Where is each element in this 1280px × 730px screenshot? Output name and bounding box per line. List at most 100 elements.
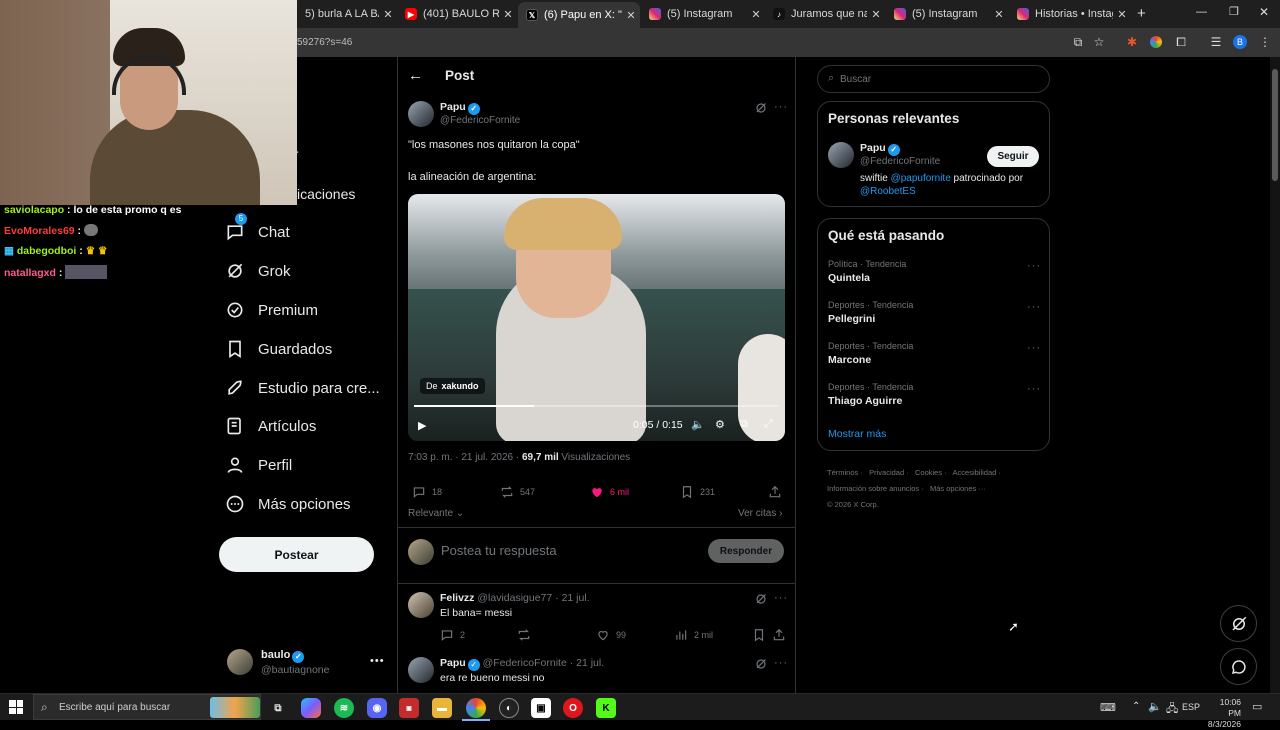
show-more-link[interactable]: Mostrar más <box>828 428 886 440</box>
windows-start-icon[interactable] <box>9 700 23 714</box>
trend-item[interactable]: Deportes · Tendencia Thiago Aguirre <box>828 382 1038 407</box>
reply-submit-button[interactable]: Responder <box>708 539 784 563</box>
back-arrow-icon[interactable]: ← <box>408 67 423 84</box>
clock[interactable]: 10:06 PM 8/3/2026 <box>1207 697 1241 730</box>
opera-icon[interactable]: O <box>563 698 583 718</box>
browser-tab[interactable]: ♪Juramos que nadie fu✕ <box>765 3 885 25</box>
extension-icon[interactable] <box>1148 34 1164 50</box>
video-progress-track[interactable] <box>414 405 779 407</box>
close-tab-icon[interactable]: ✕ <box>499 8 517 21</box>
account-avatar[interactable] <box>227 649 253 675</box>
author-name[interactable]: Papu ✓ <box>440 101 480 115</box>
browser-tab[interactable]: (5) Instagram ✕ <box>641 3 765 25</box>
person-avatar[interactable] <box>828 142 854 168</box>
browser-tab-active[interactable]: 𝕏(6) Papu en X: ""los m✕ <box>518 2 640 28</box>
trend-more-icon[interactable]: ··· <box>1027 301 1041 313</box>
minimize-icon[interactable]: — <box>1196 6 1207 18</box>
extensions-puzzle-icon[interactable]: ⧠ <box>1173 34 1189 50</box>
extension-icon[interactable]: ✱ <box>1124 34 1140 50</box>
reply-views[interactable]: 2 mil <box>674 628 713 642</box>
address-bar-text[interactable]: 59276?s=46 <box>297 37 352 48</box>
nav-item-profile[interactable]: Perfil <box>225 450 292 480</box>
settings-gear-icon[interactable]: ⚙ <box>715 418 725 431</box>
obs-icon[interactable]: ◐ <box>499 698 519 718</box>
trend-item[interactable]: Deportes · Tendencia Marcone <box>828 341 1038 366</box>
video-source-badge[interactable]: De xakundo <box>420 378 485 394</box>
footer-link[interactable]: Información sobre anuncios <box>827 484 919 493</box>
nav-item-creator-studio[interactable]: Estudio para cre... <box>225 373 380 403</box>
reply-author[interactable]: Felivzz @lavidasigue77 · 21 jul. <box>440 592 590 604</box>
nav-item-grok[interactable]: Grok <box>225 256 291 286</box>
post-button[interactable]: Postear <box>219 537 374 572</box>
nav-item-chat[interactable]: Chat 5 <box>225 213 290 247</box>
bookmark-star-icon[interactable]: ☆ <box>1091 34 1107 50</box>
new-tab-icon[interactable]: + <box>1137 5 1146 22</box>
browser-tab[interactable]: 5) burla A LA BAILAR✕ <box>297 3 397 25</box>
reply-reply-button[interactable]: 2 <box>440 628 465 642</box>
close-tab-icon[interactable]: ✕ <box>379 8 397 21</box>
grok-explain-icon[interactable] <box>755 101 767 113</box>
grok-floating-button[interactable] <box>1220 605 1257 642</box>
kick-icon[interactable]: K <box>596 698 616 718</box>
bookmark-button[interactable]: 231 <box>680 485 715 499</box>
share-button[interactable] <box>768 485 788 499</box>
nav-partial-label[interactable]: icaciones <box>297 179 355 209</box>
repost-button[interactable]: 547 <box>500 485 535 499</box>
picture-in-picture-icon[interactable]: ⧉ <box>740 418 748 431</box>
browser-menu-icon[interactable]: ⋮ <box>1257 34 1273 50</box>
install-app-icon[interactable]: ⧉ <box>1070 34 1086 50</box>
bio-link[interactable]: @papufornite <box>891 173 951 184</box>
copilot-icon[interactable] <box>301 698 321 718</box>
reply-author-avatar[interactable] <box>408 657 434 683</box>
network-icon[interactable]: 🖧 <box>1166 700 1178 719</box>
reply-share-button[interactable] <box>772 628 792 642</box>
trend-more-icon[interactable]: ··· <box>1027 383 1041 395</box>
file-explorer-icon[interactable]: ▬ <box>432 698 452 718</box>
nav-item-more-options[interactable]: Más opciones <box>225 489 351 519</box>
reply-repost-button[interactable] <box>517 628 537 642</box>
browser-tab[interactable]: ▶(401) BAULO RECUPE✕ <box>397 3 517 25</box>
fullscreen-icon[interactable]: ⤢ <box>764 418 773 431</box>
reading-list-icon[interactable]: ☰ <box>1208 34 1224 50</box>
taskbar-search-box[interactable]: ⌕ Escribe aquí para buscar <box>33 694 261 720</box>
trend-more-icon[interactable]: ··· <box>1027 260 1041 272</box>
scrollbar-thumb[interactable] <box>1272 69 1278 181</box>
trend-item[interactable]: Deportes · Tendencia Pellegrini <box>828 300 1038 325</box>
nav-item-premium[interactable]: Premium <box>225 295 318 325</box>
browser-tab[interactable]: (5) Instagram ✕ <box>886 3 1008 25</box>
view-quotes-link[interactable]: Ver citas › <box>738 508 782 519</box>
follow-button[interactable]: Seguir <box>987 146 1039 167</box>
sort-replies-dropdown[interactable]: Relevante ⌄ <box>408 508 464 519</box>
footer-link[interactable]: Cookies <box>915 468 942 477</box>
reply-author[interactable]: Papu ✓ @FedericoFornite · 21 jul. <box>440 657 604 671</box>
search-input[interactable]: Buscar <box>840 74 871 85</box>
restore-icon[interactable]: ❐ <box>1229 5 1239 18</box>
search-box[interactable]: ⌕ Buscar <box>817 65 1050 93</box>
close-tab-icon[interactable]: ✕ <box>622 9 640 22</box>
post-more-icon[interactable]: ··· <box>774 101 788 113</box>
footer-link[interactable]: Accesibilidad <box>953 468 997 477</box>
close-tab-icon[interactable]: ✕ <box>747 8 765 21</box>
discord-icon[interactable]: ◉ <box>367 698 387 718</box>
messages-floating-button[interactable] <box>1220 648 1257 685</box>
reply-more-icon[interactable]: ··· <box>774 592 788 604</box>
bio-link[interactable]: @RoobetES <box>860 186 916 197</box>
task-view-icon[interactable]: ⧉ <box>268 698 288 718</box>
grok-explain-icon[interactable] <box>755 592 767 604</box>
author-handle[interactable]: @FedericoFornite <box>440 115 520 126</box>
reply-author-avatar[interactable] <box>408 592 434 618</box>
close-window-icon[interactable]: ✕ <box>1259 5 1269 19</box>
author-avatar[interactable] <box>408 101 434 127</box>
footer-link[interactable]: Privacidad <box>869 468 904 477</box>
trend-item[interactable]: Política · Tendencia Quintela <box>828 259 1038 284</box>
volume-icon[interactable]: 🔈 <box>1148 700 1162 713</box>
spotify-icon[interactable]: ≋ <box>334 698 354 718</box>
language-indicator[interactable]: ESP <box>1182 702 1200 712</box>
grok-explain-icon[interactable] <box>755 657 767 669</box>
nav-item-articles[interactable]: Artículos <box>225 411 316 441</box>
nav-item-bookmarks[interactable]: Guardados <box>225 334 332 364</box>
tray-expand-icon[interactable]: ⌃ <box>1132 701 1140 712</box>
play-icon[interactable]: ▶ <box>418 419 426 432</box>
volume-icon[interactable]: 🔈 <box>691 418 705 431</box>
reply-bookmark-button[interactable] <box>752 628 772 642</box>
